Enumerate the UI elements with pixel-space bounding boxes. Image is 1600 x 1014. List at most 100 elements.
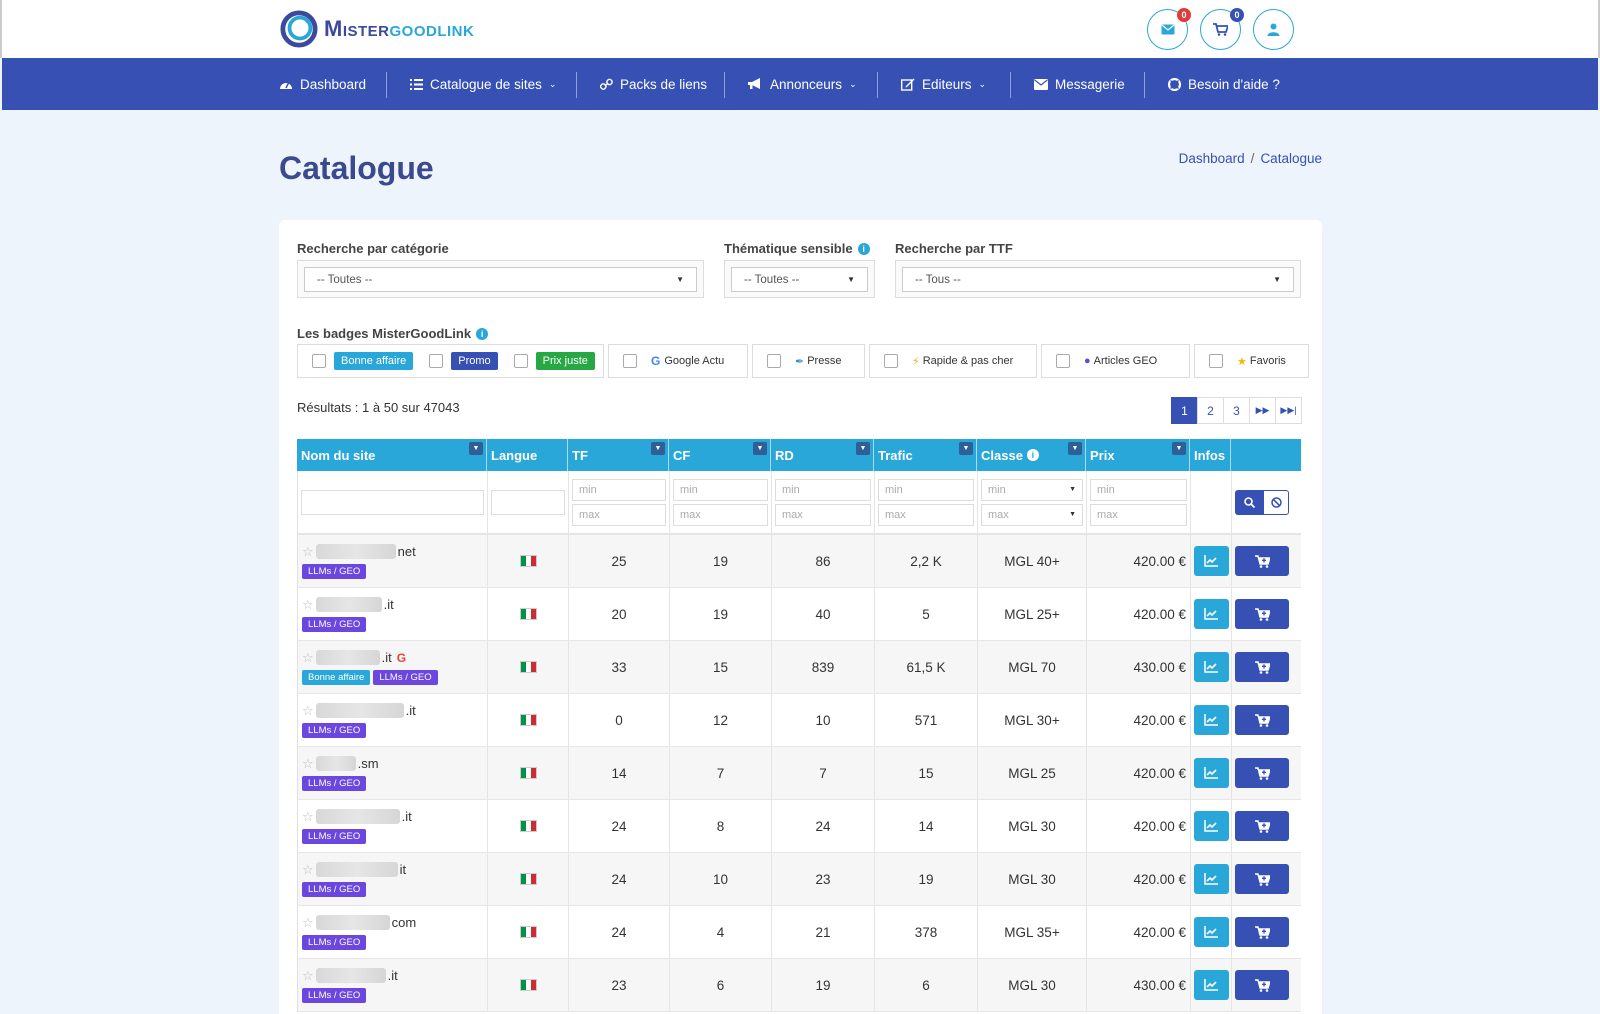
category-select[interactable]: -- Toutes -- ▼ <box>304 267 697 292</box>
rapide-checkbox[interactable] <box>884 354 898 368</box>
nav-help[interactable]: Besoin d'aide ? <box>1168 58 1280 110</box>
col-tf[interactable]: TF ▼ <box>568 439 669 471</box>
classe-min-select[interactable]: min ▼ <box>981 478 1083 501</box>
breadcrumb-dashboard[interactable]: Dashboard <box>1179 151 1245 166</box>
favorite-star-icon[interactable]: ☆ <box>302 650 314 666</box>
add-to-cart-button[interactable] <box>1235 864 1289 894</box>
favorite-star-icon[interactable]: ☆ <box>302 809 314 825</box>
nav-dashboard[interactable]: Dashboard <box>279 58 366 110</box>
ttf-select[interactable]: -- Tous -- ▼ <box>902 267 1294 292</box>
tf-max-input[interactable]: max <box>572 503 666 526</box>
prix-juste-checkbox[interactable] <box>513 354 528 368</box>
classe-max-select[interactable]: max ▼ <box>981 503 1083 526</box>
rd-max-input[interactable]: max <box>775 503 871 526</box>
google-actu-checkbox[interactable] <box>623 354 637 368</box>
site-domain-suffix[interactable]: .sm <box>358 756 379 771</box>
add-to-cart-button[interactable] <box>1235 546 1289 576</box>
sensitive-select[interactable]: -- Toutes -- ▼ <box>731 267 868 292</box>
favorite-star-icon[interactable]: ☆ <box>302 915 314 931</box>
site-domain-suffix[interactable]: net <box>398 544 416 559</box>
favorite-star-icon[interactable]: ☆ <box>302 968 314 984</box>
favorite-star-icon[interactable]: ☆ <box>302 703 314 719</box>
site-domain-suffix[interactable]: .it <box>406 703 416 718</box>
trafic-max-input[interactable]: max <box>878 503 974 526</box>
cf-max-input[interactable]: max <box>673 503 768 526</box>
nav-packs[interactable]: Packs de liens <box>600 58 707 110</box>
brand-logo[interactable]: Mistergoodlink <box>280 10 474 48</box>
tf-min-input[interactable]: min <box>572 478 666 501</box>
site-name-redacted[interactable] <box>315 544 396 559</box>
stats-button[interactable] <box>1193 546 1229 576</box>
cart-button[interactable]: 0 <box>1200 8 1244 50</box>
favorite-star-icon[interactable]: ☆ <box>302 597 314 613</box>
articles-geo-checkbox[interactable] <box>1056 354 1070 368</box>
reset-filters-button[interactable] <box>1263 489 1289 515</box>
site-name-redacted[interactable] <box>315 703 404 718</box>
site-name-redacted[interactable] <box>315 650 380 665</box>
stats-button[interactable] <box>1193 811 1229 841</box>
favorite-star-icon[interactable]: ☆ <box>302 544 314 560</box>
presse-checkbox[interactable] <box>767 354 781 368</box>
site-name-redacted[interactable] <box>315 915 390 930</box>
col-trafic[interactable]: Trafic ▼ <box>874 439 977 471</box>
site-name-redacted[interactable] <box>315 809 400 824</box>
langue-filter-input[interactable] <box>491 489 565 515</box>
col-site[interactable]: Nom du site ▼ <box>297 439 487 471</box>
col-classe[interactable]: Classe i ▼ <box>977 439 1086 471</box>
prix-min-input[interactable]: min <box>1090 478 1187 501</box>
col-prix[interactable]: Prix ▼ <box>1086 439 1190 471</box>
site-domain-suffix[interactable]: it <box>400 862 407 877</box>
stats-button[interactable] <box>1193 917 1229 947</box>
site-domain-suffix[interactable]: .it <box>382 650 392 665</box>
prix-value: 420.00 € <box>1087 906 1191 958</box>
site-domain-suffix[interactable]: com <box>392 915 417 930</box>
nav-annonceurs[interactable]: Annonceurs ⌄ <box>748 58 857 110</box>
info-icon[interactable]: i <box>857 242 870 255</box>
site-domain-suffix[interactable]: .it <box>402 809 412 824</box>
stats-button[interactable] <box>1193 652 1229 682</box>
stats-button[interactable] <box>1193 705 1229 735</box>
favorite-star-icon[interactable]: ☆ <box>302 862 314 878</box>
nav-editeurs[interactable]: Editeurs ⌄ <box>901 58 986 110</box>
add-to-cart-button[interactable] <box>1235 652 1289 682</box>
account-button[interactable] <box>1253 9 1294 50</box>
nav-messagerie[interactable]: Messagerie <box>1034 58 1125 110</box>
favorite-star-icon[interactable]: ☆ <box>302 756 314 772</box>
page-2[interactable]: 2 <box>1197 397 1224 424</box>
col-cf[interactable]: CF ▼ <box>669 439 771 471</box>
rd-value: 19 <box>772 959 875 1011</box>
last-page-button[interactable]: ▶▶| <box>1275 397 1302 424</box>
add-to-cart-button[interactable] <box>1235 599 1289 629</box>
bonne-affaire-checkbox[interactable] <box>312 354 326 368</box>
page-1[interactable]: 1 <box>1171 397 1198 424</box>
site-name-redacted[interactable] <box>315 968 386 983</box>
site-name-redacted[interactable] <box>315 862 398 877</box>
site-domain-suffix[interactable]: .it <box>384 597 394 612</box>
site-name-redacted[interactable] <box>315 597 382 612</box>
cf-min-input[interactable]: min <box>673 478 768 501</box>
site-name-redacted[interactable] <box>315 756 356 771</box>
add-to-cart-button[interactable] <box>1235 970 1289 1000</box>
add-to-cart-button[interactable] <box>1235 811 1289 841</box>
prix-max-input[interactable]: max <box>1090 503 1187 526</box>
promo-checkbox[interactable] <box>429 354 444 368</box>
search-button[interactable] <box>1235 489 1263 515</box>
col-rd[interactable]: RD ▼ <box>771 439 874 471</box>
rd-min-input[interactable]: min <box>775 478 871 501</box>
add-to-cart-button[interactable] <box>1235 705 1289 735</box>
add-to-cart-button[interactable] <box>1235 917 1289 947</box>
add-to-cart-button[interactable] <box>1235 758 1289 788</box>
trafic-min-input[interactable]: min <box>878 478 974 501</box>
next-pages-button[interactable]: ▶▶ <box>1249 397 1276 424</box>
stats-button[interactable] <box>1193 864 1229 894</box>
stats-button[interactable] <box>1193 599 1229 629</box>
page-3[interactable]: 3 <box>1223 397 1250 424</box>
favoris-checkbox[interactable] <box>1209 354 1223 368</box>
stats-button[interactable] <box>1193 970 1229 1000</box>
messages-button[interactable]: 0 <box>1147 8 1191 50</box>
info-icon[interactable]: i <box>476 327 489 340</box>
site-name-filter-input[interactable] <box>301 489 484 515</box>
nav-catalogue[interactable]: Catalogue de sites ⌄ <box>410 58 556 110</box>
site-domain-suffix[interactable]: .it <box>388 968 398 983</box>
stats-button[interactable] <box>1193 758 1229 788</box>
